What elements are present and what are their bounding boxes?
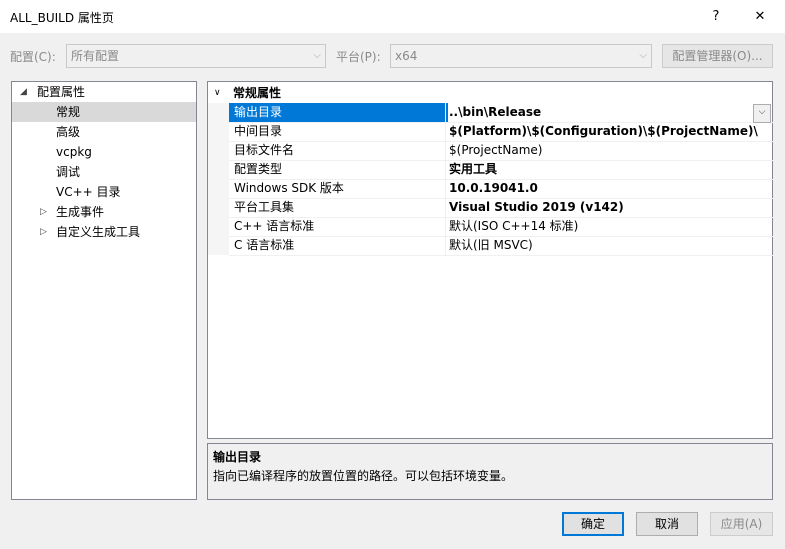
chevron-down-icon[interactable]: ∨	[214, 84, 221, 103]
row-gutter	[208, 160, 229, 179]
configuration-manager-button[interactable]: 配置管理器(O)...	[662, 44, 773, 68]
tree-item-label: 常规	[56, 105, 81, 119]
property-name: 目标文件名	[229, 141, 448, 161]
section-title: 常规属性	[233, 86, 282, 100]
property-name: 中间目录	[229, 122, 448, 142]
property-row-c-language-standard[interactable]: C 语言标准 默认(旧 MSVC)	[208, 236, 776, 256]
tree-item-label: 生成事件	[56, 205, 105, 219]
row-gutter	[208, 198, 229, 217]
property-row-configuration-type[interactable]: 配置类型 实用工具	[208, 160, 776, 180]
property-grid: ∨ 常规属性 输出目录 ..\bin\Release ⌵ 中间目录 $(Plat…	[207, 81, 776, 439]
property-value[interactable]: 实用工具	[445, 160, 776, 180]
ok-button[interactable]: 确定	[562, 512, 624, 536]
row-gutter	[208, 217, 229, 236]
property-row-cpp-language-standard[interactable]: C++ 语言标准 默认(ISO C++14 标准)	[208, 217, 776, 237]
property-name: Windows SDK 版本	[229, 179, 448, 199]
tree-item-vcpkg[interactable]: vcpkg	[12, 142, 196, 162]
property-value[interactable]: 默认(旧 MSVC)	[445, 236, 776, 256]
property-value[interactable]: 默认(ISO C++14 标准)	[445, 217, 776, 237]
tree-item-vc-directories[interactable]: VC++ 目录	[12, 182, 196, 202]
property-row-windows-sdk-version[interactable]: Windows SDK 版本 10.0.19041.0	[208, 179, 776, 199]
tree-item-advanced[interactable]: 高级	[12, 122, 196, 142]
row-gutter	[208, 141, 229, 160]
tree-item-label: 高级	[56, 125, 81, 139]
collapsed-arrow-icon[interactable]: ▷	[40, 222, 47, 242]
tree-item-label: 调试	[56, 165, 81, 179]
property-value[interactable]: $(ProjectName)	[445, 141, 776, 161]
description-title: 输出目录	[213, 450, 262, 464]
help-button[interactable]: ?	[696, 0, 736, 33]
window-title: ALL_BUILD 属性页	[10, 11, 114, 25]
tree-item-custom-build-tool[interactable]: ▷ 自定义生成工具	[12, 222, 196, 242]
configuration-label: 配置(C):	[10, 50, 56, 64]
section-header[interactable]: ∨ 常规属性	[208, 84, 772, 103]
chevron-down-icon: ⌵	[639, 50, 647, 61]
property-tree: ◢ 配置属性 常规 高级 vcpkg 调试 VC++ 目录 ▷ 生成事件 ▷ 自…	[11, 81, 197, 500]
title-bar: ALL_BUILD 属性页 ? ✕	[0, 0, 785, 33]
tree-item-general[interactable]: 常规	[12, 102, 196, 122]
tree-item-debugging[interactable]: 调试	[12, 162, 196, 182]
property-name: C++ 语言标准	[229, 217, 448, 237]
property-value[interactable]: Visual Studio 2019 (v142)	[445, 198, 776, 218]
property-value[interactable]: $(Platform)\$(Configuration)\$(ProjectNa…	[445, 122, 776, 142]
description-text: 指向已编译程序的放置位置的路径。可以包括环境变量。	[213, 469, 514, 483]
description-pane: 输出目录 指向已编译程序的放置位置的路径。可以包括环境变量。	[207, 443, 773, 500]
apply-button[interactable]: 应用(A)	[710, 512, 773, 536]
property-row-target-name[interactable]: 目标文件名 $(ProjectName)	[208, 141, 776, 161]
property-name: 平台工具集	[229, 198, 448, 218]
cancel-button[interactable]: 取消	[636, 512, 698, 536]
tree-root-label: 配置属性	[37, 85, 86, 99]
tree-item-label: VC++ 目录	[56, 185, 121, 199]
property-row-output-directory[interactable]: 输出目录 ..\bin\Release ⌵	[208, 103, 776, 123]
platform-value: x64	[395, 49, 418, 63]
platform-label: 平台(P):	[336, 50, 381, 64]
property-value[interactable]: ..\bin\Release	[445, 103, 776, 123]
row-gutter	[208, 122, 229, 141]
chevron-down-icon[interactable]: ⌵	[753, 104, 771, 123]
chevron-down-icon: ⌵	[313, 50, 321, 61]
property-row-platform-toolset[interactable]: 平台工具集 Visual Studio 2019 (v142)	[208, 198, 776, 218]
property-name: C 语言标准	[229, 236, 448, 256]
configuration-value: 所有配置	[71, 49, 120, 63]
tree-item-label: vcpkg	[56, 145, 92, 159]
configuration-select[interactable]: 所有配置 ⌵	[66, 44, 326, 68]
property-row-intermediate-directory[interactable]: 中间目录 $(Platform)\$(Configuration)\$(Proj…	[208, 122, 776, 142]
property-value[interactable]: 10.0.19041.0	[445, 179, 776, 199]
close-button[interactable]: ✕	[740, 0, 780, 33]
platform-select[interactable]: x64 ⌵	[390, 44, 652, 68]
tree-item-label: 自定义生成工具	[56, 225, 141, 239]
row-gutter	[208, 103, 229, 122]
collapsed-arrow-icon[interactable]: ▷	[40, 202, 47, 222]
row-gutter	[208, 236, 229, 255]
expanded-arrow-icon: ◢	[20, 87, 27, 97]
close-icon: ✕	[754, 9, 766, 24]
tree-item-build-events[interactable]: ▷ 生成事件	[12, 202, 196, 222]
property-name: 输出目录	[229, 103, 448, 123]
row-gutter	[208, 179, 229, 198]
tree-root-item[interactable]: ◢ 配置属性	[12, 82, 196, 102]
property-name: 配置类型	[229, 160, 448, 180]
